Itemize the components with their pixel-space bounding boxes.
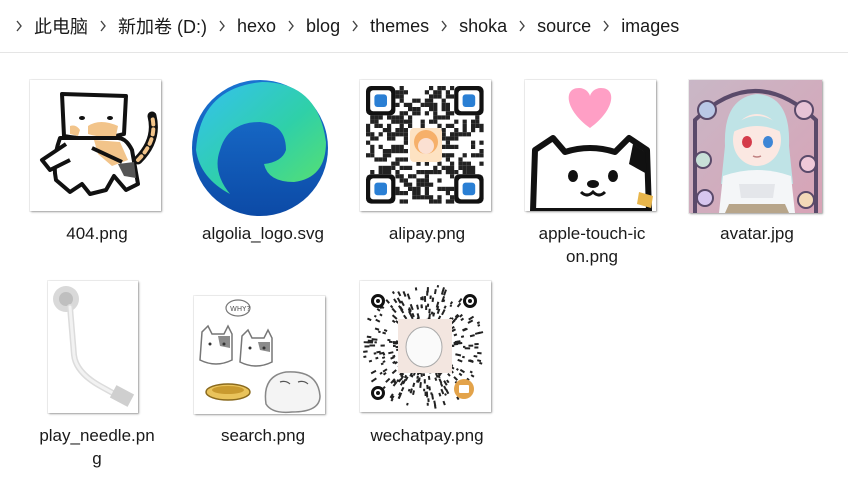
file-item-play-needle[interactable]: play_needle.pn g	[22, 279, 172, 474]
file-item-alipay[interactable]: alipay.png	[352, 78, 502, 253]
file-name[interactable]: 404.png	[22, 222, 172, 245]
file-item-avatar[interactable]: avatar.jpg	[682, 78, 832, 253]
edge-logo-thumbnail	[190, 78, 330, 218]
file-item-wechatpay[interactable]: wechatpay.png	[352, 279, 502, 454]
chevron-right-icon[interactable]	[511, 20, 533, 32]
breadcrumb: 此电脑 新加卷 (D:) hexo blog themes shoka sour…	[8, 14, 683, 38]
breadcrumb-item-this-pc[interactable]: 此电脑	[30, 13, 92, 39]
avatar-thumbnail	[689, 80, 822, 213]
breadcrumb-item-shoka[interactable]: shoka	[455, 16, 511, 37]
why-text: WHY?	[230, 305, 250, 313]
chevron-right-icon[interactable]	[8, 20, 30, 32]
file-name[interactable]: avatar.jpg	[682, 222, 832, 245]
alipay-qr-thumbnail	[360, 80, 491, 211]
cat-heart-thumbnail	[525, 80, 656, 211]
file-item-404[interactable]: 404.png	[22, 78, 172, 253]
file-item-apple-touch-icon[interactable]: apple-touch-ic on.png	[517, 78, 667, 273]
chevron-right-icon[interactable]	[595, 20, 617, 32]
file-name-line: g	[92, 449, 102, 468]
address-bar[interactable]: 此电脑 新加卷 (D:) hexo blog themes shoka sour…	[0, 0, 848, 53]
file-name[interactable]: alipay.png	[352, 222, 502, 245]
file-name[interactable]: apple-touch-ic on.png	[517, 222, 667, 268]
breadcrumb-item-source[interactable]: source	[533, 16, 595, 37]
chevron-right-icon[interactable]	[92, 20, 114, 32]
file-name[interactable]: wechatpay.png	[352, 424, 502, 447]
breadcrumb-item-drive[interactable]: 新加卷 (D:)	[114, 13, 211, 39]
file-name-line: on.png	[566, 247, 618, 266]
file-name[interactable]: play_needle.pn g	[22, 424, 172, 470]
chevron-right-icon[interactable]	[280, 20, 302, 32]
chevron-right-icon[interactable]	[433, 20, 455, 32]
breadcrumb-item-hexo[interactable]: hexo	[233, 16, 280, 37]
file-item-algolia-logo[interactable]: algolia_logo.svg	[188, 78, 338, 253]
file-name[interactable]: search.png	[188, 424, 338, 447]
chevron-right-icon[interactable]	[211, 20, 233, 32]
breadcrumb-item-themes[interactable]: themes	[366, 16, 433, 37]
breadcrumb-item-blog[interactable]: blog	[302, 16, 344, 37]
file-name[interactable]: algolia_logo.svg	[188, 222, 338, 245]
wechatpay-qr-thumbnail	[360, 281, 491, 412]
file-name-line: apple-touch-ic	[538, 224, 646, 243]
chevron-right-icon[interactable]	[344, 20, 366, 32]
cat-thumbnail	[30, 80, 161, 211]
file-item-search[interactable]: WHY? search.png	[188, 279, 338, 454]
file-name-line: play_needle.pn	[39, 426, 155, 445]
breadcrumb-item-images[interactable]: images	[617, 16, 683, 37]
cats-search-thumbnail: WHY?	[194, 296, 325, 414]
needle-thumbnail	[48, 281, 138, 413]
